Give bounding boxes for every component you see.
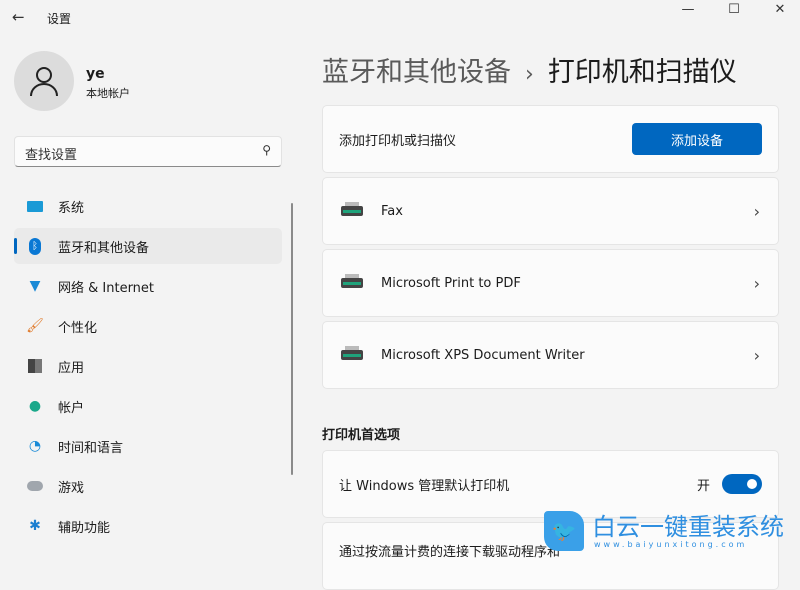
monitor-icon: [26, 197, 44, 215]
sidebar-item-label: 辅助功能: [58, 520, 111, 536]
avatar[interactable]: [14, 51, 74, 111]
printer-name: Microsoft XPS Document Writer: [381, 347, 585, 363]
add-printer-card: 添加打印机或扫描仪 添加设备: [322, 105, 779, 173]
printer-icon: [339, 202, 365, 220]
sidebar-item-label: 时间和语言: [58, 440, 124, 456]
maximize-button[interactable]: ☐: [719, 2, 749, 17]
wifi-icon: ▼: [29, 278, 41, 294]
back-button[interactable]: ←: [12, 8, 25, 26]
title-bar: ← 设置 — ☐ ✕: [0, 0, 800, 36]
chevron-right-icon: ›: [753, 273, 760, 293]
sidebar-item-personalization[interactable]: 🖌 个性化: [14, 308, 282, 344]
sidebar-item-bluetooth[interactable]: ᛒ 蓝牙和其他设备: [14, 228, 282, 264]
close-button[interactable]: ✕: [765, 2, 795, 17]
preferences-heading: 打印机首选项: [322, 428, 401, 443]
clock-globe-icon: ◔: [28, 438, 42, 454]
search-input[interactable]: 查找设置 ⚲: [14, 136, 282, 167]
chevron-right-icon: ›: [753, 345, 760, 365]
metered-download-label: 通过按流量计费的连接下载驱动程序和: [339, 545, 561, 560]
sidebar-item-time-language[interactable]: ◔ 时间和语言: [14, 428, 282, 464]
person-icon: ●: [28, 398, 42, 414]
printer-item-fax[interactable]: Fax ›: [322, 177, 779, 245]
sidebar-item-accessibility[interactable]: ✱ 辅助功能: [14, 508, 282, 544]
printer-icon: [339, 274, 365, 292]
breadcrumb-separator: ›: [525, 62, 534, 87]
printer-item-xps[interactable]: Microsoft XPS Document Writer ›: [322, 321, 779, 389]
default-printer-label: 让 Windows 管理默认打印机: [339, 478, 510, 494]
sidebar-item-apps[interactable]: 应用: [14, 348, 282, 384]
sidebar-item-label: 游戏: [58, 480, 85, 496]
brush-icon: 🖌: [26, 318, 44, 334]
app-title: 设置: [47, 12, 72, 26]
sidebar-item-network[interactable]: ▼ 网络 & Internet: [14, 268, 282, 304]
breadcrumb: 蓝牙和其他设备 › 打印机和扫描仪: [322, 50, 737, 89]
person-icon: [30, 67, 58, 97]
sidebar-scrollbar[interactable]: [291, 203, 293, 475]
add-device-button[interactable]: 添加设备: [632, 123, 762, 155]
watermark-url: www.baiyunxitong.com: [594, 539, 748, 549]
default-printer-setting: 让 Windows 管理默认打印机 开: [322, 450, 779, 518]
breadcrumb-parent[interactable]: 蓝牙和其他设备: [322, 57, 511, 88]
sidebar-item-label: 蓝牙和其他设备: [58, 240, 150, 256]
chevron-right-icon: ›: [753, 201, 760, 221]
watermark-title: 白云一键重装系统: [592, 512, 784, 541]
sidebar-item-gaming[interactable]: 游戏: [14, 468, 282, 504]
gamepad-icon: [26, 477, 44, 495]
accessibility-icon: ✱: [29, 518, 41, 534]
sidebar-nav: 系统 ᛒ 蓝牙和其他设备 ▼ 网络 & Internet 🖌 个性化 应用 ● 帐户 ◔…: [14, 188, 282, 548]
sidebar-item-label: 系统: [58, 200, 85, 216]
bird-logo-icon: 🐦: [544, 511, 584, 551]
printer-item-pdf[interactable]: Microsoft Print to PDF ›: [322, 249, 779, 317]
account-type: 本地帐户: [86, 87, 130, 100]
default-printer-toggle[interactable]: [722, 474, 762, 494]
sidebar-item-label: 帐户: [58, 400, 85, 416]
printer-icon: [339, 346, 365, 364]
minimize-button[interactable]: —: [673, 2, 703, 17]
page-title: 打印机和扫描仪: [547, 57, 737, 88]
watermark: 🐦 白云一键重装系统 www.baiyunxitong.com: [544, 511, 784, 551]
printer-name: Fax: [381, 203, 403, 219]
add-printer-label: 添加打印机或扫描仪: [339, 133, 457, 149]
search-placeholder: 查找设置: [25, 148, 78, 163]
user-name: ye: [86, 66, 105, 82]
search-icon: ⚲: [262, 143, 271, 157]
bluetooth-icon: ᛒ: [26, 237, 44, 255]
sidebar-item-label: 网络 & Internet: [58, 280, 155, 296]
printer-name: Microsoft Print to PDF: [381, 275, 521, 291]
sidebar-item-system[interactable]: 系统: [14, 188, 282, 224]
apps-icon: [26, 357, 44, 375]
sidebar-item-label: 应用: [58, 360, 85, 376]
toggle-state: 开: [696, 478, 710, 494]
sidebar-item-accounts[interactable]: ● 帐户: [14, 388, 282, 424]
sidebar-item-label: 个性化: [58, 320, 98, 336]
